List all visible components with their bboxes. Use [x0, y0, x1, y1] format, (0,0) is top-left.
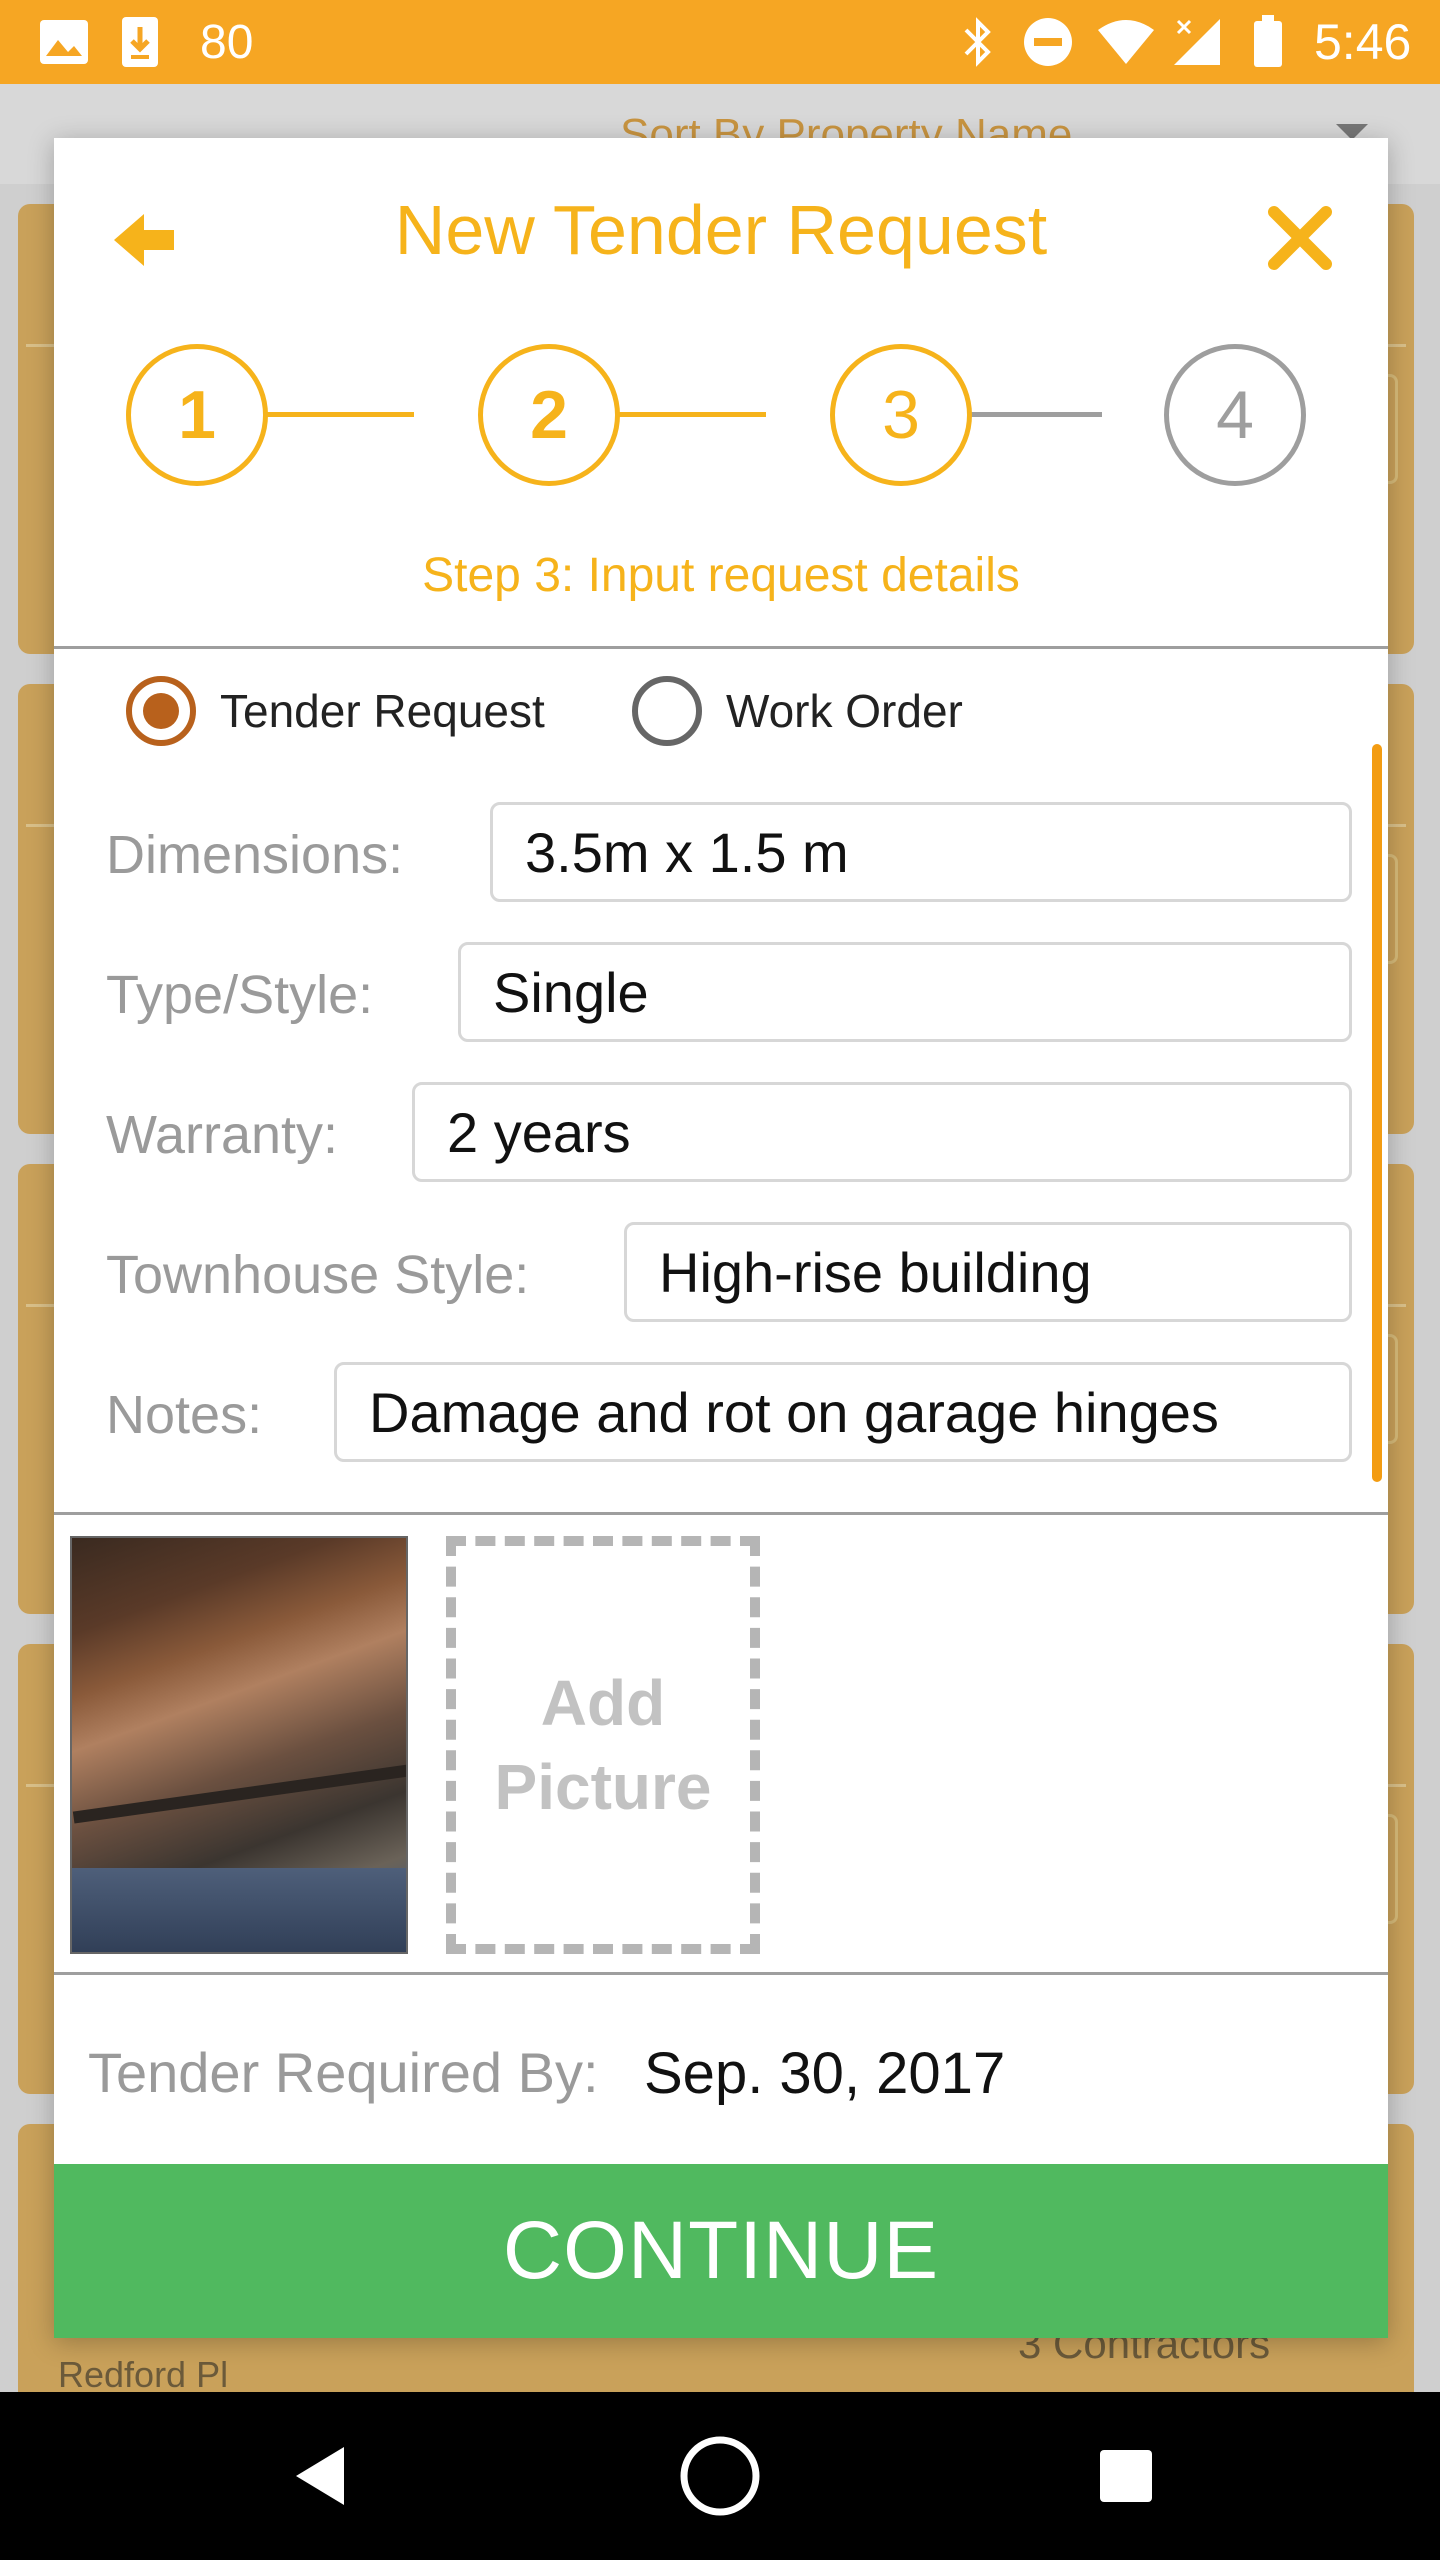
status-time: 5:46 [1314, 14, 1412, 70]
attached-photo-thumbnail[interactable] [70, 1536, 408, 1954]
notes-field[interactable]: Damage and rot on garage hinges [334, 1362, 1352, 1462]
back-triangle-icon [296, 2447, 344, 2505]
nav-home-button[interactable] [650, 2392, 790, 2560]
townhouse-style-label: Townhouse Style: [106, 1245, 530, 1305]
wifi-icon [1096, 0, 1156, 84]
dimensions-label: Dimensions: [106, 825, 404, 885]
nav-back-button[interactable] [250, 2392, 390, 2560]
add-picture-button[interactable]: Add Picture [446, 1536, 760, 1954]
notes-label: Notes: [106, 1385, 263, 1445]
notification-count: 80 [200, 15, 254, 69]
add-picture-label-line2: Picture [494, 1751, 712, 1823]
radio-selected-icon[interactable] [126, 676, 196, 746]
warranty-field[interactable]: 2 years [412, 1082, 1352, 1182]
close-icon [1268, 206, 1332, 270]
scrollbar[interactable] [1372, 744, 1382, 1482]
recents-square-icon [1100, 2450, 1152, 2502]
step-3: 3 [830, 344, 972, 486]
step-4: 4 [1164, 344, 1306, 486]
divider [54, 1512, 1388, 1515]
close-button[interactable] [1260, 198, 1340, 278]
step-2: 2 [478, 344, 620, 486]
dialog-title: New Tender Request [394, 191, 1048, 269]
new-tender-request-dialog: New Tender Request 1 2 3 4 Step 3: Input… [54, 138, 1388, 2338]
download-icon [120, 0, 160, 84]
battery-icon [1252, 0, 1284, 84]
continue-button[interactable]: CONTINUE [54, 2164, 1388, 2338]
radio-tender-request[interactable]: Tender Request [126, 676, 545, 746]
tender-required-by-date[interactable]: Sep. 30, 2017 [644, 2040, 1005, 2107]
do-not-disturb-icon [1022, 0, 1074, 84]
nav-recents-button[interactable] [1056, 2392, 1196, 2560]
radio-work-order[interactable]: Work Order [632, 676, 963, 746]
divider [54, 646, 1388, 649]
townhouse-style-field[interactable]: High-rise building [624, 1222, 1352, 1322]
step-1: 1 [126, 344, 268, 486]
type-style-label: Type/Style: [106, 965, 374, 1025]
radio-label: Tender Request [220, 685, 545, 737]
image-icon [38, 0, 90, 84]
tender-required-by-label: Tender Required By: [88, 2041, 599, 2104]
add-picture-label-line1: Add [540, 1667, 666, 1739]
property-name: Redford Pl [58, 2354, 229, 2392]
signal-icon [1172, 0, 1222, 84]
dimensions-field[interactable]: 3.5m x 1.5 m [490, 802, 1352, 902]
navigation-bar [0, 2392, 1440, 2560]
divider [54, 1972, 1388, 1975]
bluetooth-icon [962, 0, 994, 84]
radio-unselected-icon[interactable] [632, 676, 702, 746]
home-circle-icon [680, 2436, 760, 2516]
type-style-field[interactable]: Single [458, 942, 1352, 1042]
radio-label: Work Order [726, 685, 963, 737]
warranty-label: Warranty: [106, 1105, 339, 1165]
step-caption: Step 3: Input request details [422, 549, 1020, 602]
status-bar: 80 5:46 [0, 0, 1440, 84]
